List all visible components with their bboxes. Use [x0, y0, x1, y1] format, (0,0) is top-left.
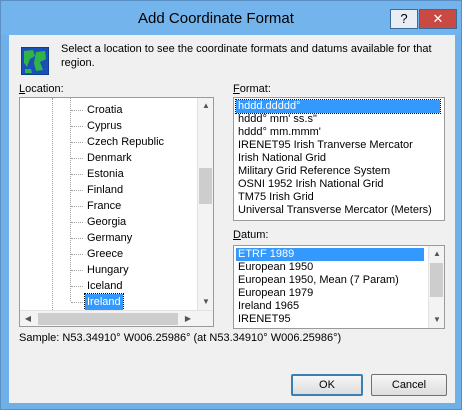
tree-item[interactable]: Greece	[20, 246, 197, 262]
tree-connector	[71, 110, 83, 111]
help-button[interactable]: ?	[390, 9, 418, 29]
tree-connector	[71, 158, 83, 159]
tree-item[interactable]: France	[20, 198, 197, 214]
tree-item-label: Denmark	[87, 152, 132, 164]
tree-item-label: Czech Republic	[87, 136, 165, 148]
tree-item[interactable]: Germany	[20, 230, 197, 246]
tree-item-label: Georgia	[87, 216, 127, 228]
cancel-button[interactable]: Cancel	[371, 374, 447, 396]
scroll-up-icon[interactable]: ▲	[198, 98, 213, 114]
datum-list-item[interactable]: European 1950	[236, 261, 424, 274]
tree-item[interactable]: Estonia	[20, 166, 197, 182]
ok-button[interactable]: OK	[291, 374, 363, 396]
tree-item-label: Estonia	[87, 168, 124, 180]
tree-connector	[71, 222, 83, 223]
location-tree[interactable]: Croatia Cyprus Czech Republic Denmark Estoni…	[19, 97, 214, 327]
tree-connector	[71, 142, 83, 143]
sample-text: Sample: N53.34910° W006.25986° (at N53.3…	[19, 332, 342, 344]
tree-item[interactable]: Ireland	[20, 293, 197, 311]
tree-item-label: Croatia	[87, 104, 123, 116]
format-list-item[interactable]: OSNI 1952 Irish National Grid	[236, 178, 440, 191]
scroll-left-icon[interactable]: ◀	[20, 311, 36, 326]
datum-label: Datum:	[233, 229, 269, 241]
datum-list[interactable]: ETRF 1989 European 1950 European 1950, Mea…	[233, 245, 445, 329]
location-horizontal-scrollbar[interactable]: ◀ ▶	[20, 310, 213, 326]
format-list-item[interactable]: Universal Transverse Mercator (Meters)	[236, 204, 440, 217]
datum-vertical-scrollbar[interactable]: ▲ ▼	[428, 246, 444, 328]
datum-list-item[interactable]: IRENET95	[236, 313, 424, 326]
tree-connector	[71, 238, 83, 239]
format-list-item[interactable]: Irish National Grid	[236, 152, 440, 165]
tree-connector	[71, 206, 83, 207]
tree-item-label: France	[87, 200, 122, 212]
scroll-down-icon[interactable]: ▼	[198, 294, 213, 310]
format-list[interactable]: hddd.ddddd° hddd° mm' ss.s" hddd° mm.mmm' I…	[233, 97, 445, 221]
tree-item-label: Iceland	[87, 280, 123, 292]
format-list-item[interactable]: TM75 Irish Grid	[236, 191, 440, 204]
globe-map-icon	[21, 47, 49, 75]
tree-connector	[71, 302, 83, 303]
tree-connector	[71, 286, 83, 287]
scroll-right-icon[interactable]: ▶	[180, 311, 196, 326]
tree-item-label: Ireland	[84, 293, 124, 311]
format-list-item[interactable]: hddd° mm.mmm'	[236, 126, 440, 139]
scroll-thumb[interactable]	[430, 263, 443, 297]
scroll-up-icon[interactable]: ▲	[429, 246, 444, 262]
tree-item[interactable]: Finland	[20, 182, 197, 198]
intro-text: Select a location to see the coordinate …	[61, 43, 432, 69]
datum-list-item[interactable]: European 1979	[236, 287, 424, 300]
scroll-down-icon[interactable]: ▼	[429, 312, 444, 328]
tree-item[interactable]: Iceland	[20, 278, 197, 294]
format-list-item[interactable]: Military Grid Reference System	[236, 165, 440, 178]
format-list-item[interactable]: hddd° mm' ss.s"	[236, 113, 440, 126]
tree-item[interactable]: Czech Republic	[20, 134, 197, 150]
tree-item-label: Germany	[87, 232, 133, 244]
tree-connector	[71, 174, 83, 175]
tree-item[interactable]: Croatia	[20, 102, 197, 118]
tree-item-label: Finland	[87, 184, 124, 196]
datum-list-item[interactable]: ETRF 1989	[236, 248, 424, 261]
close-button[interactable]: ✕	[419, 9, 457, 29]
scroll-thumb[interactable]	[38, 313, 178, 325]
title-bar[interactable]: Add Coordinate Format ? ✕	[1, 1, 461, 35]
datum-list-item[interactable]: Ireland 1965	[236, 300, 424, 313]
tree-item[interactable]: Cyprus	[20, 118, 197, 134]
dialog-window: Add Coordinate Format ? ✕ Select a locat…	[0, 0, 462, 410]
tree-connector	[71, 190, 83, 191]
tree-item[interactable]: Georgia	[20, 214, 197, 230]
location-label: Location:	[19, 83, 64, 95]
window-title: Add Coordinate Format	[138, 10, 294, 27]
tree-item[interactable]: Hungary	[20, 262, 197, 278]
format-list-item[interactable]: hddd.ddddd°	[235, 99, 441, 114]
tree-connector	[71, 254, 83, 255]
format-list-item[interactable]: IRENET95 Irish Tranverse Mercator	[236, 139, 440, 152]
tree-item-label: Greece	[87, 248, 124, 260]
format-label: Format:	[233, 83, 271, 95]
datum-list-item[interactable]: European 1950, Mean (7 Param)	[236, 274, 424, 287]
tree-item[interactable]: Denmark	[20, 150, 197, 166]
scroll-thumb[interactable]	[199, 168, 212, 204]
tree-connector	[71, 270, 83, 271]
location-vertical-scrollbar[interactable]: ▲ ▼	[197, 98, 213, 310]
tree-connector	[71, 126, 83, 127]
tree-item-label: Hungary	[87, 264, 129, 276]
dialog-body: Select a location to see the coordinate …	[9, 35, 455, 403]
tree-item-label: Cyprus	[87, 120, 122, 132]
